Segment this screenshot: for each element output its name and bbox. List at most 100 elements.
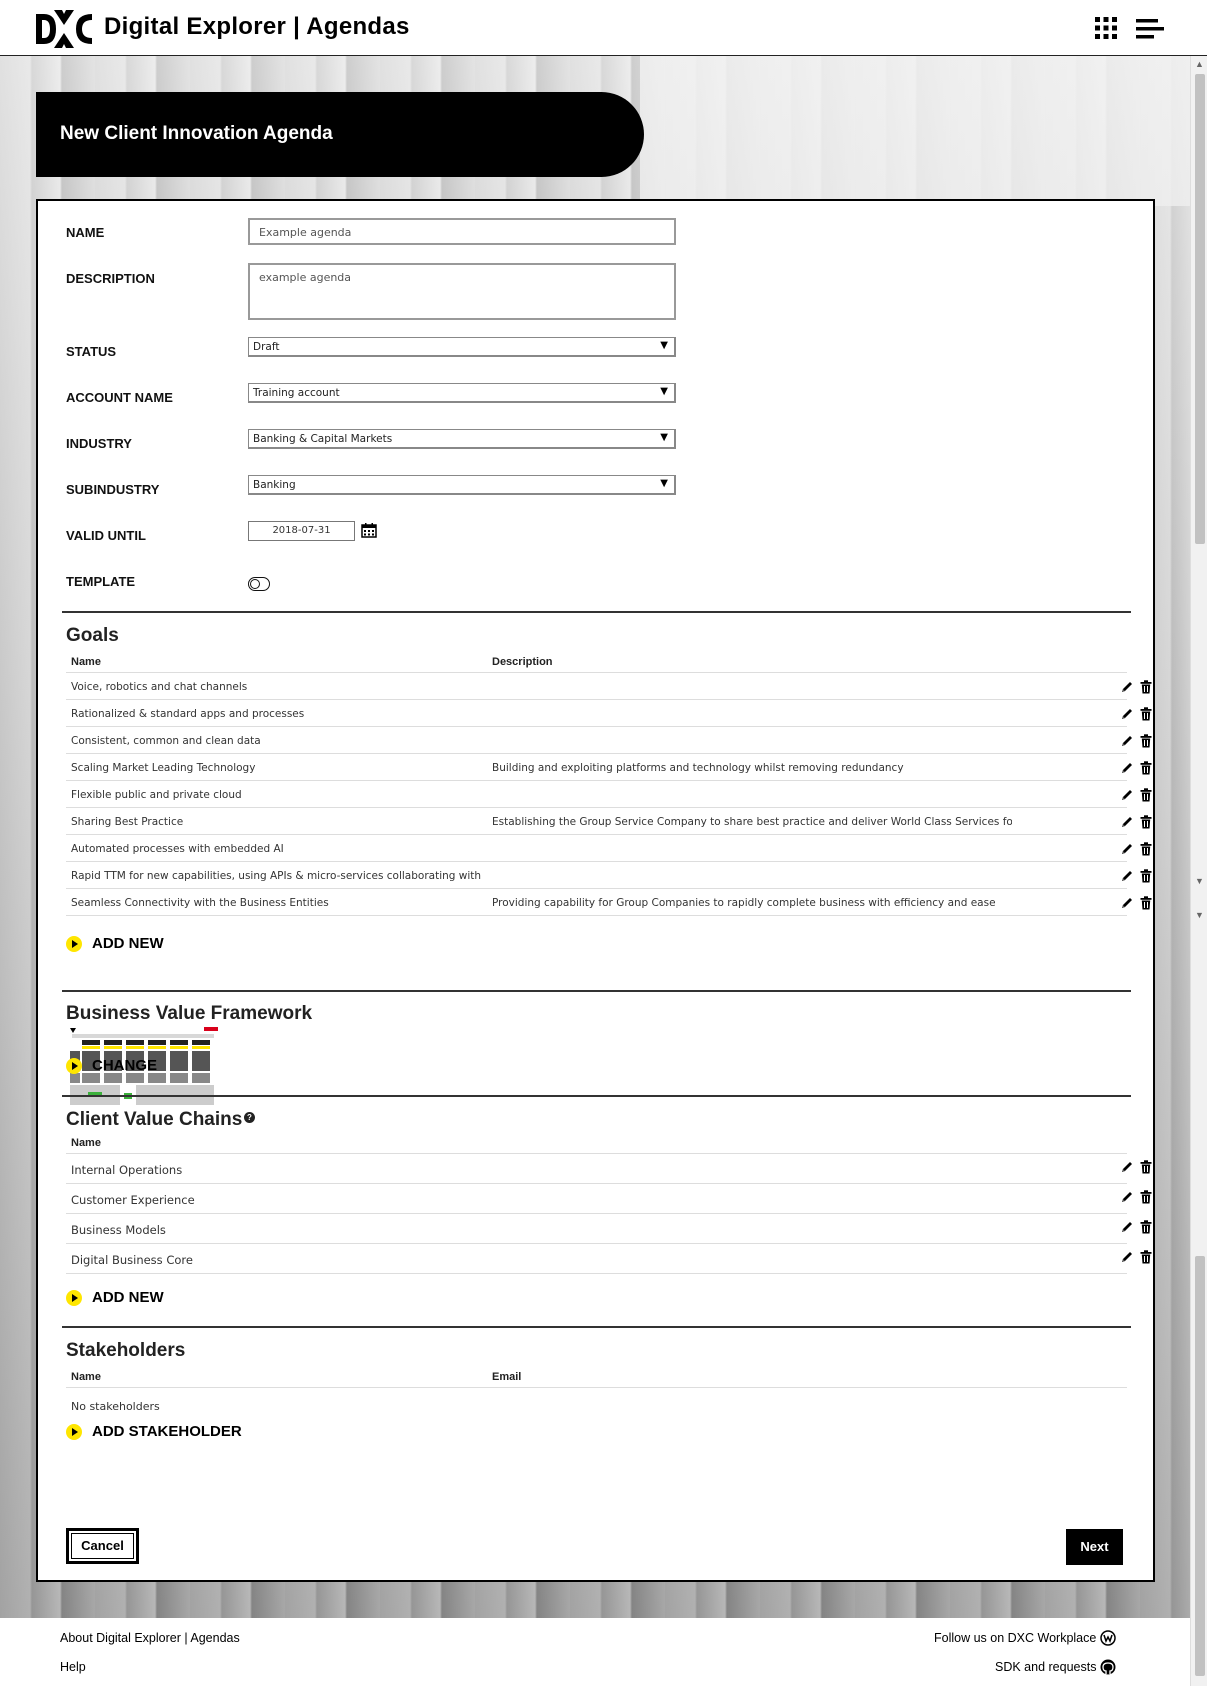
edit-pencil-icon[interactable] bbox=[1120, 680, 1134, 694]
status-select[interactable]: Draft ▼ bbox=[248, 337, 676, 357]
about-link[interactable]: About Digital Explorer | Agendas bbox=[60, 1631, 240, 1645]
delete-trash-icon[interactable] bbox=[1140, 1250, 1152, 1264]
stakeholders-header-line bbox=[66, 1387, 1127, 1388]
goal-row: Seamless Connectivity with the Business … bbox=[66, 888, 1152, 915]
account-name-label: ACCOUNT NAME bbox=[66, 390, 173, 405]
stakeholders-col-name: Name bbox=[71, 1371, 101, 1383]
edit-pencil-icon[interactable] bbox=[1120, 1220, 1134, 1234]
name-input[interactable]: Example agenda bbox=[248, 218, 676, 245]
subindustry-selected-value: Banking bbox=[253, 479, 296, 491]
scroll-down-arrow-icon[interactable]: ▼ bbox=[1195, 910, 1204, 920]
next-button[interactable]: Next bbox=[1066, 1529, 1123, 1565]
goal-name: Flexible public and private cloud bbox=[71, 789, 242, 801]
play-icon bbox=[66, 935, 82, 952]
stakeholders-empty-text: No stakeholders bbox=[71, 1400, 160, 1413]
scroll-thumb[interactable] bbox=[1195, 74, 1205, 544]
follow-workplace-link[interactable]: Follow us on DXC Workplace bbox=[934, 1631, 1096, 1645]
edit-pencil-icon[interactable] bbox=[1120, 1190, 1134, 1204]
workplace-icon[interactable] bbox=[1100, 1630, 1116, 1646]
edit-pencil-icon[interactable] bbox=[1120, 869, 1134, 883]
goal-name: Seamless Connectivity with the Business … bbox=[71, 897, 329, 909]
goal-row: Voice, robotics and chat channels bbox=[66, 672, 1152, 699]
add-stakeholder-button[interactable]: ADD STAKEHOLDER bbox=[66, 1423, 242, 1440]
delete-trash-icon[interactable] bbox=[1140, 869, 1152, 883]
stakeholders-col-email: Email bbox=[492, 1371, 522, 1383]
edit-pencil-icon[interactable] bbox=[1120, 707, 1134, 721]
account-name-select[interactable]: Training account ▼ bbox=[248, 383, 676, 403]
calendar-icon[interactable] bbox=[361, 522, 377, 538]
delete-trash-icon[interactable] bbox=[1140, 788, 1152, 802]
help-icon[interactable]: ? bbox=[244, 1112, 255, 1123]
edit-pencil-icon[interactable] bbox=[1120, 1250, 1134, 1264]
section-divider bbox=[62, 1095, 1131, 1097]
goal-name: Voice, robotics and chat channels bbox=[71, 681, 248, 693]
edit-pencil-icon[interactable] bbox=[1120, 788, 1134, 802]
delete-trash-icon[interactable] bbox=[1140, 896, 1152, 910]
description-textarea[interactable]: example agenda bbox=[248, 263, 676, 320]
goal-row: Consistent, common and clean data bbox=[66, 726, 1152, 753]
value-chain-name: Internal Operations bbox=[71, 1163, 183, 1177]
dxc-logo[interactable] bbox=[36, 10, 92, 48]
bvf-title: Business Value Framework bbox=[66, 1003, 313, 1024]
add-stakeholder-label: ADD STAKEHOLDER bbox=[92, 1423, 242, 1440]
delete-trash-icon[interactable] bbox=[1140, 680, 1152, 694]
valid-until-date-input[interactable]: 2018-07-31 bbox=[248, 521, 355, 541]
industry-label: INDUSTRY bbox=[66, 436, 132, 451]
valid-until-label: VALID UNTIL bbox=[66, 528, 146, 543]
subindustry-select[interactable]: Banking ▼ bbox=[248, 475, 676, 495]
status-selected-value: Draft bbox=[253, 341, 280, 353]
goals-col-name: Name bbox=[71, 656, 101, 668]
github-icon[interactable] bbox=[1100, 1659, 1116, 1675]
menu-icon[interactable] bbox=[1136, 18, 1164, 40]
sdk-requests-link[interactable]: SDK and requests bbox=[995, 1660, 1096, 1674]
page-scrollbar[interactable]: ▲ ▼ ▼ bbox=[1190, 56, 1207, 1686]
goals-col-description: Description bbox=[492, 656, 553, 668]
template-label: TEMPLATE bbox=[66, 574, 136, 589]
delete-trash-icon[interactable] bbox=[1140, 842, 1152, 856]
delete-trash-icon[interactable] bbox=[1140, 734, 1152, 748]
edit-pencil-icon[interactable] bbox=[1120, 896, 1134, 910]
change-framework-button[interactable]: CHANGE bbox=[66, 1057, 157, 1074]
add-goal-label: ADD NEW bbox=[92, 935, 164, 952]
dropdown-arrow-icon: ▼ bbox=[660, 386, 668, 397]
goal-row: Scaling Market Leading Technology Buildin… bbox=[66, 753, 1152, 780]
scroll-up-arrow-icon[interactable]: ▲ bbox=[1195, 59, 1204, 69]
goal-name: Rationalized & standard apps and process… bbox=[71, 708, 305, 720]
delete-trash-icon[interactable] bbox=[1140, 761, 1152, 775]
value-chains-col-name: Name bbox=[71, 1137, 101, 1149]
subindustry-label: SUBINDUSTRY bbox=[66, 482, 160, 497]
value-chain-row: Internal Operations bbox=[66, 1153, 1152, 1184]
play-icon bbox=[66, 1057, 82, 1074]
edit-pencil-icon[interactable] bbox=[1120, 761, 1134, 775]
value-chain-row: Business Models bbox=[66, 1213, 1152, 1244]
apps-grid-icon[interactable] bbox=[1094, 16, 1118, 40]
template-toggle[interactable] bbox=[248, 577, 270, 591]
top-navigation-bar: Digital Explorer | Agendas bbox=[0, 0, 1207, 56]
help-link[interactable]: Help bbox=[60, 1660, 86, 1674]
value-chain-name: Business Models bbox=[71, 1223, 166, 1237]
goal-name: Sharing Best Practice bbox=[71, 816, 184, 828]
edit-pencil-icon[interactable] bbox=[1120, 815, 1134, 829]
delete-trash-icon[interactable] bbox=[1140, 1220, 1152, 1234]
value-chain-row: Customer Experience bbox=[66, 1183, 1152, 1214]
cancel-button[interactable]: Cancel bbox=[66, 1528, 139, 1564]
account-selected-value: Training account bbox=[253, 387, 340, 399]
edit-pencil-icon[interactable] bbox=[1120, 842, 1134, 856]
app-title[interactable]: Digital Explorer | Agendas bbox=[104, 13, 410, 41]
goal-row: Rapid TTM for new capabilities, using AP… bbox=[66, 861, 1152, 888]
add-value-chain-button[interactable]: ADD NEW bbox=[66, 1289, 164, 1306]
goal-description: Providing capability for Group Companies… bbox=[492, 897, 996, 909]
industry-select[interactable]: Banking & Capital Markets ▼ bbox=[248, 429, 676, 449]
delete-trash-icon[interactable] bbox=[1140, 707, 1152, 721]
goal-name: Consistent, common and clean data bbox=[71, 735, 261, 747]
delete-trash-icon[interactable] bbox=[1140, 815, 1152, 829]
goals-table-bottom-line bbox=[66, 915, 1127, 916]
delete-trash-icon[interactable] bbox=[1140, 1190, 1152, 1204]
scroll-thumb[interactable] bbox=[1195, 1256, 1205, 1676]
edit-pencil-icon[interactable] bbox=[1120, 734, 1134, 748]
stakeholders-title: Stakeholders bbox=[66, 1340, 186, 1361]
edit-pencil-icon[interactable] bbox=[1120, 1160, 1134, 1174]
scroll-down-arrow-icon[interactable]: ▼ bbox=[1195, 876, 1204, 886]
add-goal-button[interactable]: ADD NEW bbox=[66, 935, 164, 952]
delete-trash-icon[interactable] bbox=[1140, 1160, 1152, 1174]
